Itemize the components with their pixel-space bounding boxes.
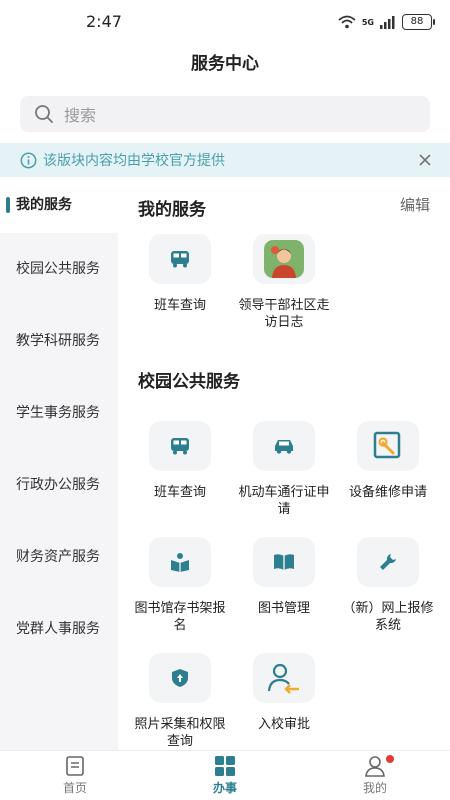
page-header: 服务中心 <box>0 44 450 84</box>
sidebar-item-label: 行政办公服务 <box>16 476 100 493</box>
home-doc-icon <box>66 756 84 776</box>
status-icons: 5G 88 <box>338 14 435 30</box>
network-label: 5G <box>361 17 374 27</box>
search-placeholder: 搜索 <box>64 106 97 125</box>
sidebar-item-party-hr[interactable]: 党群人事服务 <box>0 593 118 665</box>
grid-icon <box>215 756 235 776</box>
section-title-my-services: 我的服务 <box>138 200 206 220</box>
nav-item-mine[interactable]: 我的 <box>300 751 450 800</box>
sidebar-item-campus-public[interactable]: 校园公共服务 <box>0 233 118 305</box>
service-tile-entry-approval[interactable]: 入校审批 <box>232 653 336 733</box>
person-entry-icon <box>253 653 315 703</box>
sidebar-item-my-services[interactable]: 我的服务 <box>0 177 118 233</box>
bus-icon <box>149 421 211 471</box>
notification-badge <box>386 755 394 763</box>
sidebar-item-teaching-research[interactable]: 教学科研服务 <box>0 305 118 377</box>
tile-label: 领导干部社区走访日志 <box>238 298 330 330</box>
shield-icon <box>149 653 211 703</box>
nav-item-services[interactable]: 办事 <box>150 751 300 800</box>
tile-label: 班车查询 <box>153 298 206 313</box>
sidebar-item-label: 党群人事服务 <box>16 620 100 637</box>
section-title-campus-public: 校园公共服务 <box>138 372 240 392</box>
repair-doc-icon <box>357 421 419 471</box>
service-tile-leader-visit-log[interactable]: 领导干部社区走访日志 <box>232 234 336 331</box>
tile-label: 照片采集和权限查询 <box>134 717 226 749</box>
service-tile-photo-permission[interactable]: 照片采集和权限查询 <box>128 653 232 750</box>
close-icon[interactable] <box>416 151 434 169</box>
service-tile-shuttle-query[interactable]: 班车查询 <box>128 234 232 314</box>
status-bar: 2:47 5G 88 <box>0 0 450 44</box>
notice-text: 该版块内容均由学校官方提供 <box>43 153 225 169</box>
sidebar-item-label: 学生事务服务 <box>16 404 100 421</box>
sidebar-item-label: 我的服务 <box>16 196 72 213</box>
notice-banner: 该版块内容均由学校官方提供 <box>0 143 450 177</box>
tile-label: 入校审批 <box>257 717 310 732</box>
user-icon <box>365 756 385 777</box>
service-tile-online-repair[interactable]: （新）网上报修系统 <box>336 537 440 634</box>
nav-label: 首页 <box>62 781 87 795</box>
service-tile-equipment-repair[interactable]: 设备维修申请 <box>336 421 440 501</box>
wifi-icon <box>338 15 356 29</box>
service-tile-library-shelf[interactable]: 图书馆存书架报名 <box>128 537 232 634</box>
service-content: 我的服务 编辑 班车查询 领导干部社区走访日志 校园公共服务 班车查询 机动车通… <box>118 177 450 750</box>
bus-icon <box>149 234 211 284</box>
wrench-icon <box>357 537 419 587</box>
info-icon <box>20 152 37 168</box>
battery-indicator: 88 <box>402 14 435 30</box>
category-sidebar: 我的服务 校园公共服务 教学科研服务 学生事务服务 行政办公服务 财务资产服务 … <box>0 177 118 750</box>
status-time: 2:47 <box>86 12 122 31</box>
nav-label: 办事 <box>212 781 237 795</box>
page-title: 服务中心 <box>191 54 259 74</box>
tile-label: 班车查询 <box>153 485 206 500</box>
nav-item-home[interactable]: 首页 <box>0 751 150 800</box>
tile-label: 机动车通行证申请 <box>238 485 330 517</box>
leader-avatar-icon <box>253 234 315 284</box>
sidebar-item-label: 教学科研服务 <box>16 332 100 349</box>
search-icon <box>34 104 54 124</box>
sidebar-item-label: 财务资产服务 <box>16 548 100 565</box>
tile-label: 图书馆存书架报名 <box>134 601 226 633</box>
nav-label: 我的 <box>362 781 387 795</box>
car-icon <box>253 421 315 471</box>
edit-button[interactable]: 编辑 <box>400 194 430 215</box>
search-input[interactable]: 搜索 <box>20 96 430 132</box>
book-icon <box>253 537 315 587</box>
sidebar-item-label: 校园公共服务 <box>16 260 100 277</box>
signal-icon <box>380 15 395 29</box>
tile-label: 设备维修申请 <box>348 485 427 500</box>
service-tile-book-management[interactable]: 图书管理 <box>232 537 336 617</box>
sidebar-item-finance-assets[interactable]: 财务资产服务 <box>0 521 118 593</box>
sidebar-item-student-affairs[interactable]: 学生事务服务 <box>0 377 118 449</box>
tile-label: 图书管理 <box>257 601 310 616</box>
bottom-nav: 首页 办事 我的 <box>0 750 450 800</box>
sidebar-item-administration[interactable]: 行政办公服务 <box>0 449 118 521</box>
service-tile-vehicle-pass[interactable]: 机动车通行证申请 <box>232 421 336 518</box>
service-tile-shuttle-query-2[interactable]: 班车查询 <box>128 421 232 501</box>
tile-label: （新）网上报修系统 <box>342 601 434 633</box>
reading-icon <box>149 537 211 587</box>
